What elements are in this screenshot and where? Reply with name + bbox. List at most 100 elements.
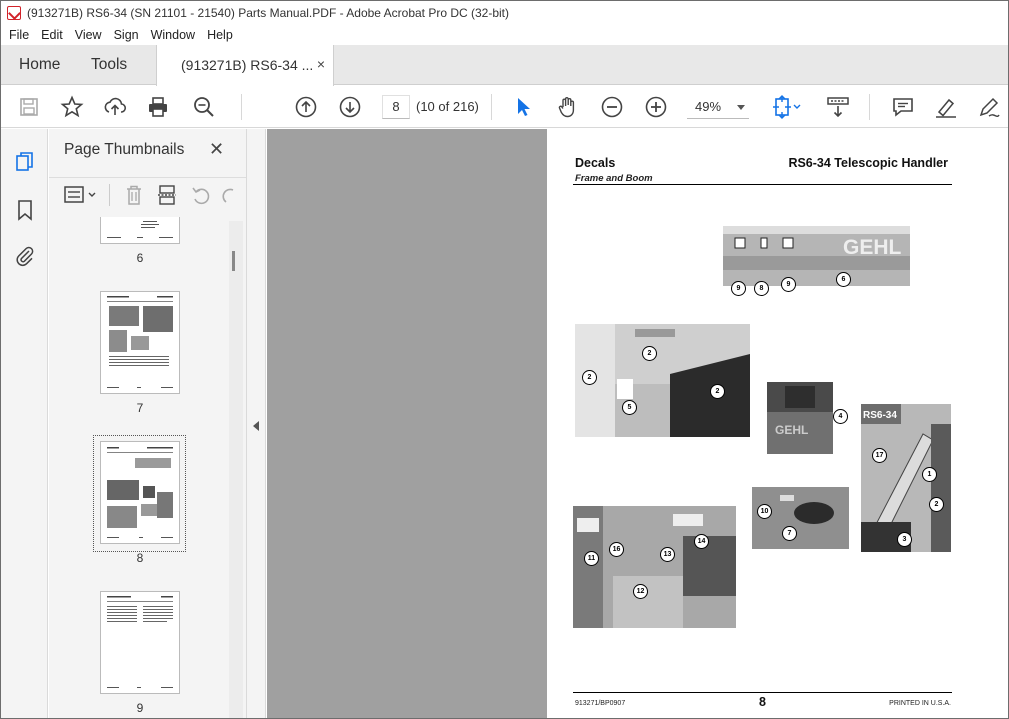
callout: 16: [609, 542, 624, 557]
star-icon[interactable]: [60, 95, 84, 119]
callout: 10: [757, 504, 772, 519]
print-icon[interactable]: [146, 95, 170, 119]
thumbnail-options-icon[interactable]: [63, 184, 99, 206]
search-zoom-icon[interactable]: [192, 95, 216, 119]
insert-pages-icon[interactable]: [156, 184, 178, 206]
comment-icon[interactable]: [891, 95, 915, 119]
callout: 9: [731, 281, 746, 296]
page-down-icon[interactable]: [338, 95, 362, 119]
page-up-icon[interactable]: [294, 95, 318, 119]
doc-footer-printed: PRINTED IN U.S.A.: [889, 700, 951, 707]
boom-model-label: RS6-34: [863, 410, 897, 421]
thumbnail-page-label: 6: [136, 251, 144, 265]
thumbnails-panel: Page Thumbnails ✕ 6 7 8 9: [49, 129, 246, 718]
page-thumbnails-icon[interactable]: [14, 151, 36, 173]
cab-decal-photo: [575, 324, 750, 437]
thumbnails-toolbar: [49, 177, 246, 211]
tab-bar: Home Tools (913271B) RS6-34 ... ×: [1, 45, 1008, 86]
callout: 2: [642, 346, 657, 361]
callout: 14: [694, 534, 709, 549]
rotate-left-icon[interactable]: [190, 184, 212, 206]
acrobat-window: (913271B) RS6-34 (SN 21101 - 21540) Part…: [0, 0, 1009, 719]
trash-icon[interactable]: [123, 184, 145, 206]
cab-floor-photo: [573, 506, 736, 628]
menu-view[interactable]: View: [75, 28, 102, 42]
left-icon-rail: [1, 129, 48, 718]
doc-footer-part-number: 913271/BP0907: [575, 700, 626, 707]
callout: 13: [660, 547, 675, 562]
rotate-right-icon[interactable]: [221, 184, 235, 206]
menu-file[interactable]: File: [9, 28, 29, 42]
upload-icon[interactable]: [103, 95, 127, 119]
page-thumbnail[interactable]: [100, 291, 180, 394]
attachment-icon[interactable]: [14, 245, 36, 267]
save-icon[interactable]: [17, 95, 41, 119]
header-rule: [573, 184, 952, 185]
menu-window[interactable]: Window: [151, 28, 195, 42]
thumbnails-scrollbar[interactable]: [229, 221, 243, 718]
page-thumbnail[interactable]: [100, 591, 180, 694]
window-title: (913271B) RS6-34 (SN 21101 - 21540) Part…: [27, 6, 510, 20]
page-thumbnail[interactable]: [100, 217, 180, 244]
boom-side-photo: RS6-34: [861, 404, 951, 552]
menu-edit[interactable]: Edit: [41, 28, 63, 42]
thumbnail-preview: [107, 447, 173, 538]
scrollbar-thumb[interactable]: [232, 251, 235, 271]
callout: 5: [622, 400, 637, 415]
doc-header-subtitle: Frame and Boom: [575, 173, 653, 184]
toolbar-separator: [491, 94, 492, 120]
zoom-value: 49%: [695, 99, 722, 114]
menu-sign[interactable]: Sign: [114, 28, 139, 42]
callout: 3: [897, 532, 912, 547]
callout: 2: [929, 497, 944, 512]
thumbnails-list: 6 7 8 9: [49, 217, 229, 718]
toolbar-separator: [241, 94, 242, 120]
close-icon[interactable]: ✕: [209, 139, 224, 160]
sign-icon[interactable]: [977, 95, 1001, 119]
callout: 6: [836, 272, 851, 287]
toolbar-separator: [109, 184, 110, 206]
callout: 2: [582, 370, 597, 385]
thumbnail-preview: [107, 596, 173, 688]
page-thumbnail-selected[interactable]: [100, 441, 180, 544]
menu-help[interactable]: Help: [207, 28, 233, 42]
callout: 8: [754, 281, 769, 296]
callout: 1: [922, 467, 937, 482]
zoom-out-icon[interactable]: [600, 95, 624, 119]
tab-close-icon[interactable]: ×: [317, 56, 325, 72]
callout: 17: [872, 448, 887, 463]
thumbnail-page-label: 7: [136, 401, 144, 415]
select-arrow-icon[interactable]: [512, 95, 536, 119]
scroll-mode-icon[interactable]: [826, 95, 850, 119]
tab-document[interactable]: (913271B) RS6-34 ... ×: [156, 45, 334, 86]
zoom-in-icon[interactable]: [644, 95, 668, 119]
panel-splitter[interactable]: [246, 129, 266, 718]
highlight-icon[interactable]: [934, 95, 958, 119]
footer-rule: [573, 692, 952, 693]
bookmark-icon[interactable]: [14, 199, 36, 221]
fit-page-icon[interactable]: [771, 95, 801, 119]
callout: 9: [781, 277, 796, 292]
console-decal-photo: GEHL: [767, 382, 833, 454]
toolbar-separator: [869, 94, 870, 120]
callout: 7: [782, 526, 797, 541]
callout: 12: [633, 584, 648, 599]
callout: 4: [833, 409, 848, 424]
tab-tools[interactable]: Tools: [91, 56, 127, 74]
hand-icon[interactable]: [555, 95, 579, 119]
boom-decal-photo: GEHL: [723, 226, 910, 286]
zoom-dropdown[interactable]: 49%: [687, 95, 749, 119]
menu-bar: File Edit View Sign Window Help: [1, 25, 1008, 45]
chevron-down-icon: [737, 105, 745, 110]
collapse-arrow-icon[interactable]: [253, 421, 259, 431]
title-bar: (913271B) RS6-34 (SN 21101 - 21540) Part…: [1, 1, 1008, 25]
acrobat-app-icon: [7, 6, 21, 20]
page-number-input[interactable]: 8: [382, 95, 410, 119]
main-toolbar: 8 (10 of 216) 49%: [1, 86, 1008, 128]
thumbnail-page-label: 8: [136, 551, 144, 565]
page-count: (10 of 216): [416, 99, 479, 114]
tab-document-label: (913271B) RS6-34 ...: [181, 57, 314, 73]
doc-header-model: RS6-34 Telescopic Handler: [788, 156, 948, 170]
callout: 2: [710, 384, 725, 399]
tab-home[interactable]: Home: [19, 56, 60, 74]
